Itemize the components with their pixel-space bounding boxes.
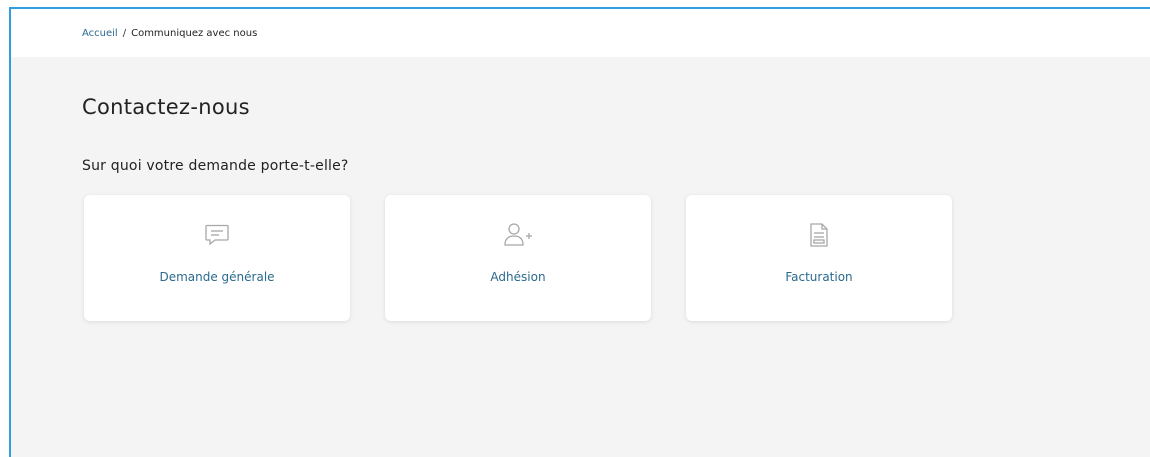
page-frame: Accueil / Communiquez avec nous Contacte… xyxy=(9,7,1150,457)
card-membership[interactable]: Adhésion xyxy=(385,195,651,321)
card-label-general-inquiry: Demande générale xyxy=(159,270,275,284)
page-title: Contactez-nous xyxy=(82,95,250,119)
card-label-billing: Facturation xyxy=(785,270,853,284)
breadcrumb-current: Communiquez avec nous xyxy=(131,28,258,39)
breadcrumb: Accueil / Communiquez avec nous xyxy=(82,28,257,39)
card-general-inquiry[interactable]: Demande générale xyxy=(84,195,350,321)
breadcrumb-home-link[interactable]: Accueil xyxy=(82,28,118,39)
breadcrumb-separator: / xyxy=(122,28,127,39)
invoice-icon xyxy=(803,221,835,249)
chat-icon xyxy=(201,221,233,249)
topic-question: Sur quoi votre demande porte-t-elle? xyxy=(82,158,349,174)
card-billing[interactable]: Facturation xyxy=(686,195,952,321)
add-user-icon xyxy=(502,221,534,249)
card-label-membership: Adhésion xyxy=(490,270,546,284)
top-bar: Accueil / Communiquez avec nous xyxy=(11,9,1150,57)
